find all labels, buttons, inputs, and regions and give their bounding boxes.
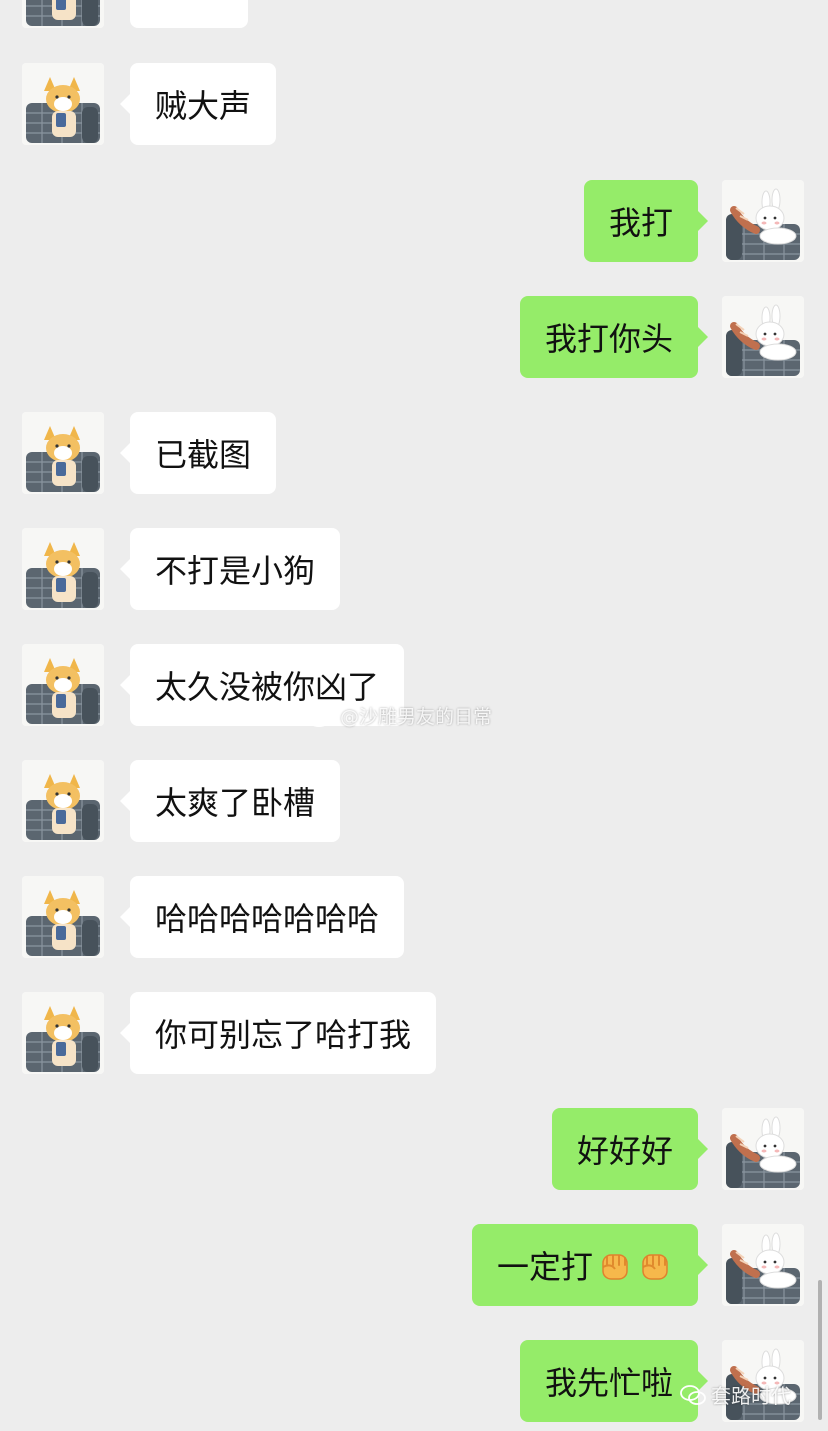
- message-text: 贼大声: [155, 87, 252, 125]
- message-bubble[interactable]: 我先忙啦: [519, 1340, 709, 1422]
- message-row: 贼大声: [0, 63, 828, 145]
- message-row: 我打你头: [0, 296, 828, 378]
- message-bubble[interactable]: 不打是小狗: [119, 528, 341, 610]
- my-avatar[interactable]: [722, 1108, 804, 1190]
- contact-avatar[interactable]: [22, 63, 104, 145]
- contact-avatar[interactable]: [22, 992, 104, 1074]
- message-text: 太爽了卧槽: [155, 784, 316, 822]
- contact-avatar[interactable]: [22, 760, 104, 842]
- message-text: 我打: [608, 204, 673, 242]
- message-row: 太爽了卧槽: [0, 760, 828, 842]
- contact-avatar[interactable]: [22, 0, 104, 28]
- wechat-watermark-text: 套路时代: [711, 1384, 791, 1408]
- message-bubble[interactable]: 已截图: [119, 412, 277, 494]
- message-row: 你可别忘了哈打我: [0, 992, 828, 1074]
- chat-area: 贼大声 我打 我打你头 已截图 不打是小狗 太久没被你凶了 太爽了卧槽 哈哈哈哈…: [0, 0, 828, 1431]
- my-avatar[interactable]: [722, 1224, 804, 1306]
- message-text: 你可别忘了哈打我: [155, 1016, 412, 1054]
- message-bubble[interactable]: 太爽了卧槽: [119, 760, 341, 842]
- weibo-logo-icon: [307, 706, 334, 727]
- message-text: 已截图: [155, 436, 252, 474]
- contact-avatar[interactable]: [22, 528, 104, 610]
- contact-avatar[interactable]: [22, 876, 104, 958]
- message-text: 一定打: [496, 1248, 593, 1286]
- message-text: 我先忙啦: [544, 1364, 673, 1402]
- weibo-watermark-text: @沙雕男友的日常: [340, 706, 493, 728]
- message-text: 不打是小狗: [155, 552, 316, 590]
- message-row: 好好好: [0, 1108, 828, 1190]
- message-bubble[interactable]: 我打你头: [519, 296, 709, 378]
- message-bubble[interactable]: 我打: [583, 180, 709, 262]
- message-bubble[interactable]: 哈哈哈哈哈哈哈: [119, 876, 405, 958]
- message-bubble[interactable]: [130, 0, 248, 28]
- message-text: 好好好: [576, 1132, 673, 1170]
- weibo-watermark: @沙雕男友的日常: [306, 702, 492, 729]
- message-row: 我打: [0, 180, 828, 262]
- wechat-watermark: 套路时代: [680, 1380, 791, 1409]
- message-bubble[interactable]: 一定打: [471, 1224, 709, 1306]
- message-text: 我打你头: [544, 320, 673, 358]
- message-bubble[interactable]: 好好好: [551, 1108, 709, 1190]
- fist-emoji-icon: [597, 1247, 633, 1283]
- scrollbar[interactable]: [818, 1280, 822, 1420]
- contact-avatar[interactable]: [22, 412, 104, 494]
- message-row: [0, 0, 828, 28]
- message-bubble[interactable]: 贼大声: [119, 63, 277, 145]
- message-bubble[interactable]: 你可别忘了哈打我: [119, 992, 437, 1074]
- my-avatar[interactable]: [722, 296, 804, 378]
- message-row: 已截图: [0, 412, 828, 494]
- message-row: 不打是小狗: [0, 528, 828, 610]
- message-row: 哈哈哈哈哈哈哈: [0, 876, 828, 958]
- message-text: 哈哈哈哈哈哈哈: [155, 900, 380, 938]
- contact-avatar[interactable]: [22, 644, 104, 726]
- fist-emoji-icon: [637, 1247, 673, 1283]
- message-row: 一定打: [0, 1224, 828, 1306]
- wechat-logo-icon: [680, 1384, 706, 1405]
- my-avatar[interactable]: [722, 180, 804, 262]
